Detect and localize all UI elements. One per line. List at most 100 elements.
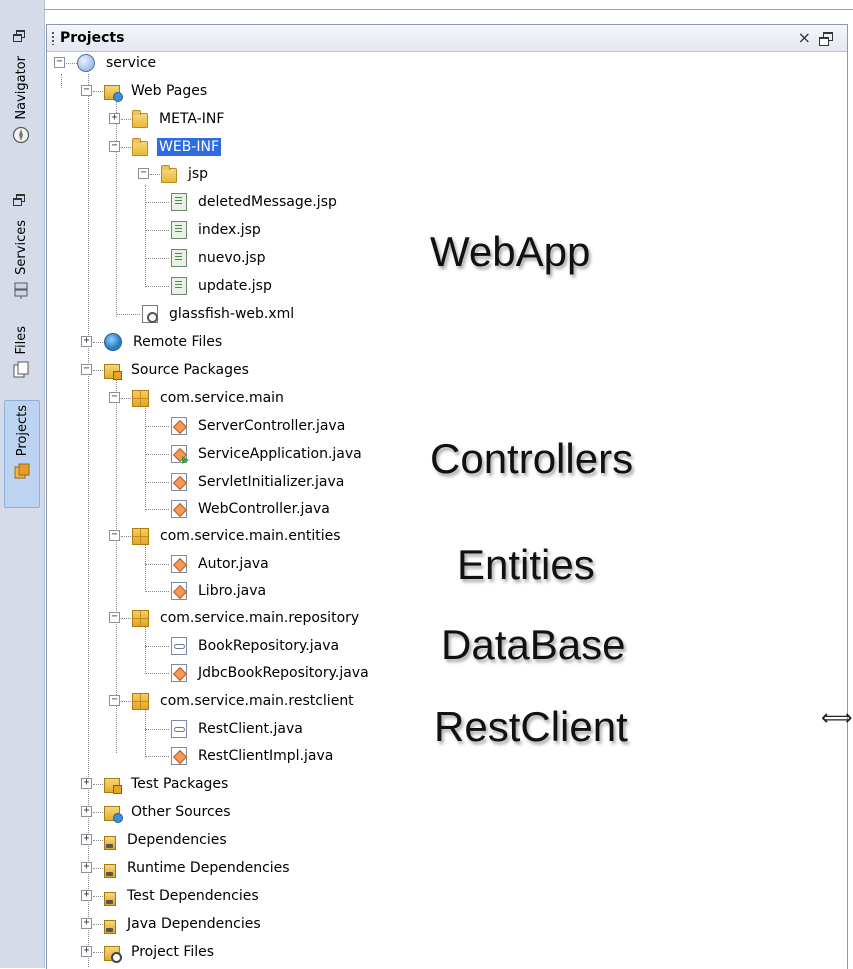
tree-label: com.service.main.repository — [160, 610, 360, 626]
java-class-icon — [171, 664, 187, 682]
tree-node-java-dependencies[interactable]: + Java Dependencies — [81, 913, 263, 935]
tab-services[interactable]: Services — [4, 216, 38, 301]
panel-title: Projects — [60, 30, 125, 46]
expand-toggle[interactable]: + — [81, 806, 92, 817]
tree-node-package[interactable]: − com.service.main.repository — [109, 607, 361, 629]
collapse-toggle[interactable]: − — [109, 392, 120, 403]
tree-node-file[interactable]: ServiceApplication.java — [145, 443, 364, 465]
remote-files-icon — [104, 333, 122, 351]
jsp-file-icon — [171, 221, 187, 239]
tree-node-package[interactable]: − com.service.main.restclient — [109, 690, 356, 712]
tab-projects[interactable]: Projects — [4, 400, 40, 508]
tree-label: Runtime Dependencies — [127, 860, 290, 876]
package-icon — [132, 692, 149, 710]
tree-node-file[interactable]: index.jsp — [145, 219, 263, 241]
tree-label: Test Packages — [131, 776, 229, 792]
tree-label: Web Pages — [131, 83, 208, 99]
tree-label: Source Packages — [131, 362, 249, 378]
java-main-class-icon — [171, 445, 189, 464]
tree-node-source-packages[interactable]: − Source Packages — [81, 359, 251, 381]
tab-services-label: Services — [13, 220, 29, 275]
tree-node-web-pages[interactable]: − Web Pages — [81, 80, 209, 102]
tree-node-file[interactable]: ServletInitializer.java — [145, 471, 346, 493]
projects-panel: Projects × − service − Web Pages + META-… — [46, 24, 848, 969]
expand-toggle[interactable]: + — [81, 778, 92, 789]
tab-navigator[interactable]: Navigator — [4, 52, 38, 146]
tree-label: Project Files — [131, 944, 215, 960]
drag-grip-icon[interactable] — [52, 32, 54, 45]
tree-label: JdbcBookRepository.java — [198, 665, 369, 681]
tree-node-file[interactable]: RestClient.java — [145, 718, 305, 740]
java-interface-icon — [171, 637, 187, 655]
tree-node-dependencies[interactable]: + Dependencies — [81, 829, 229, 851]
restore-window-icon[interactable] — [13, 30, 25, 42]
tree-node-file[interactable]: nuevo.jsp — [145, 247, 267, 269]
jsp-file-icon — [171, 193, 187, 211]
collapse-toggle[interactable]: − — [81, 85, 92, 96]
tree-node-runtime-dependencies[interactable]: + Runtime Dependencies — [81, 857, 292, 879]
tree-node-file[interactable]: ServerController.java — [145, 415, 347, 437]
tree-node-root[interactable]: − service — [54, 52, 158, 74]
collapse-toggle[interactable]: − — [109, 612, 120, 623]
collapse-toggle[interactable]: − — [109, 141, 120, 152]
tree-node-project-files[interactable]: + Project Files — [81, 941, 216, 963]
xml-config-icon — [142, 305, 158, 323]
tree-node-file[interactable]: update.jsp — [145, 275, 274, 297]
java-class-icon — [171, 555, 187, 573]
tree-node-file[interactable]: JdbcBookRepository.java — [145, 662, 371, 684]
library-icon — [104, 835, 116, 850]
package-icon — [132, 389, 149, 407]
side-tab-strip: Navigator Services Files Projects — [0, 0, 45, 968]
project-tree: − service − Web Pages + META-INF − WEB-I… — [47, 52, 847, 969]
collapse-toggle[interactable]: − — [81, 364, 92, 375]
collapse-toggle[interactable]: − — [138, 168, 149, 179]
expand-toggle[interactable]: + — [81, 834, 92, 845]
tree-node-file[interactable]: RestClientImpl.java — [145, 745, 335, 767]
tree-node-test-dependencies[interactable]: + Test Dependencies — [81, 885, 261, 907]
restore-window-icon[interactable] — [13, 194, 25, 206]
collapse-toggle[interactable]: − — [54, 57, 65, 68]
tree-node-web-inf[interactable]: − WEB-INF — [109, 136, 222, 158]
expand-toggle[interactable]: + — [81, 890, 92, 901]
expand-toggle[interactable]: + — [109, 113, 120, 124]
tree-node-file[interactable]: Autor.java — [145, 553, 271, 575]
tree-label: jsp — [188, 166, 209, 182]
panel-header: Projects × — [47, 25, 847, 52]
tree-label: deletedMessage.jsp — [198, 194, 337, 210]
tree-node-test-packages[interactable]: + Test Packages — [81, 773, 230, 795]
projects-icon — [14, 463, 30, 479]
tree-label: Remote Files — [133, 334, 223, 350]
collapse-toggle[interactable]: − — [109, 695, 120, 706]
library-icon — [104, 891, 116, 906]
tree-node-remote-files[interactable]: + Remote Files — [81, 331, 224, 353]
tree-node-file[interactable]: glassfish-web.xml — [116, 303, 296, 325]
close-button[interactable]: × — [798, 28, 811, 47]
tree-node-jsp[interactable]: − jsp — [138, 163, 210, 185]
tree-guide — [61, 74, 62, 88]
tab-files[interactable]: Files — [4, 322, 38, 394]
tree-node-other-sources[interactable]: + Other Sources — [81, 801, 233, 823]
library-icon — [104, 919, 116, 934]
tree-label: update.jsp — [198, 278, 272, 294]
collapse-toggle[interactable]: − — [109, 530, 120, 541]
expand-toggle[interactable]: + — [81, 946, 92, 957]
jsp-file-icon — [171, 249, 187, 267]
tree-node-file[interactable]: deletedMessage.jsp — [145, 191, 339, 213]
tree-label: Other Sources — [131, 804, 231, 820]
tree-guide — [116, 102, 117, 317]
expand-toggle[interactable]: + — [81, 862, 92, 873]
expand-toggle[interactable]: + — [81, 336, 92, 347]
restore-panel-button[interactable] — [819, 32, 833, 46]
tree-node-package[interactable]: − com.service.main — [109, 387, 286, 409]
tree-node-file[interactable]: BookRepository.java — [145, 635, 341, 657]
folder-icon — [132, 110, 148, 128]
tree-node-meta-inf[interactable]: + META-INF — [109, 108, 226, 130]
tree-node-package[interactable]: − com.service.main.entities — [109, 525, 343, 547]
tree-node-file[interactable]: WebController.java — [145, 498, 332, 520]
tree-node-file[interactable]: Libro.java — [145, 580, 268, 602]
folder-icon — [132, 138, 148, 156]
tree-label: RestClientImpl.java — [198, 748, 334, 764]
annotation-database: DataBase — [441, 621, 626, 668]
expand-toggle[interactable]: + — [81, 918, 92, 929]
java-class-icon — [171, 417, 187, 435]
